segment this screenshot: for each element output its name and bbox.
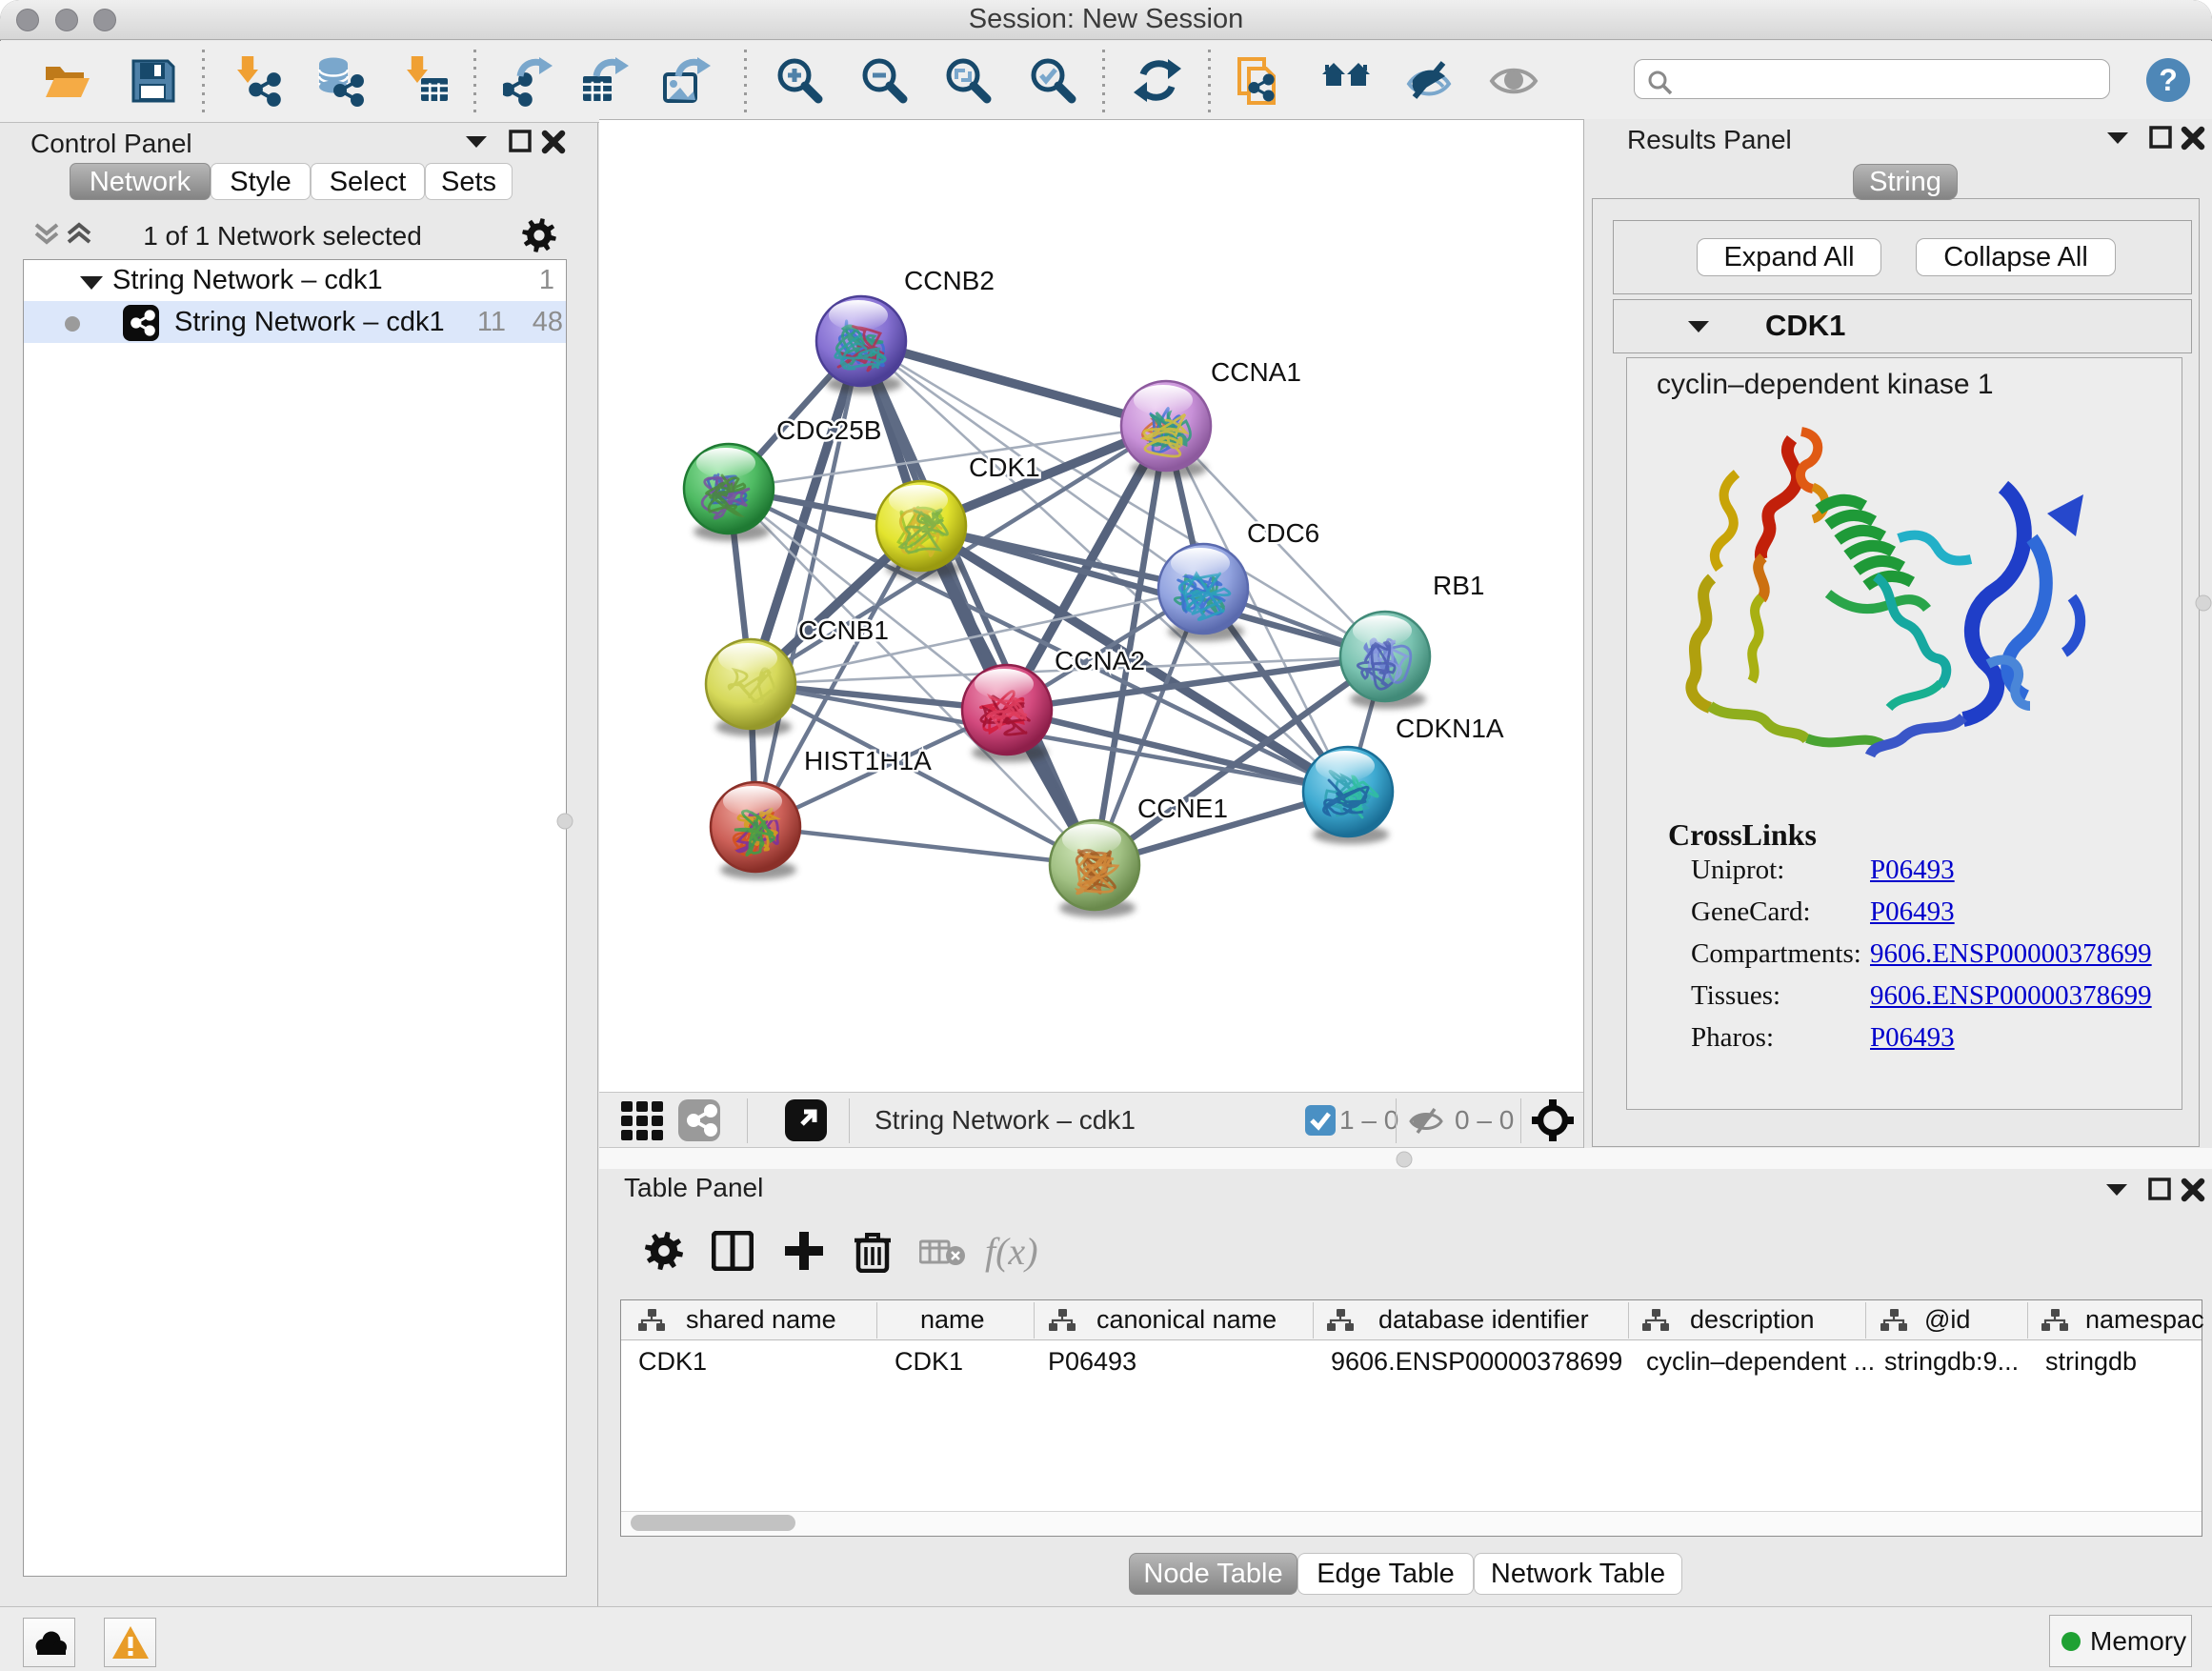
svg-text:CDC25B: CDC25B [776, 415, 881, 445]
svg-text:CCNB2: CCNB2 [904, 266, 995, 295]
svg-text:CCNB1: CCNB1 [798, 615, 889, 645]
svg-text:CDKN1A: CDKN1A [1396, 714, 1504, 743]
svg-text:CDC6: CDC6 [1247, 518, 1319, 548]
svg-text:CCNA2: CCNA2 [1055, 646, 1145, 675]
svg-text:CCNA1: CCNA1 [1211, 357, 1301, 387]
svg-text:RB1: RB1 [1433, 571, 1484, 600]
svg-text:HIST1H1A: HIST1H1A [804, 746, 932, 775]
svg-text:CCNE1: CCNE1 [1137, 794, 1228, 823]
svg-text:CDK1: CDK1 [969, 453, 1040, 482]
